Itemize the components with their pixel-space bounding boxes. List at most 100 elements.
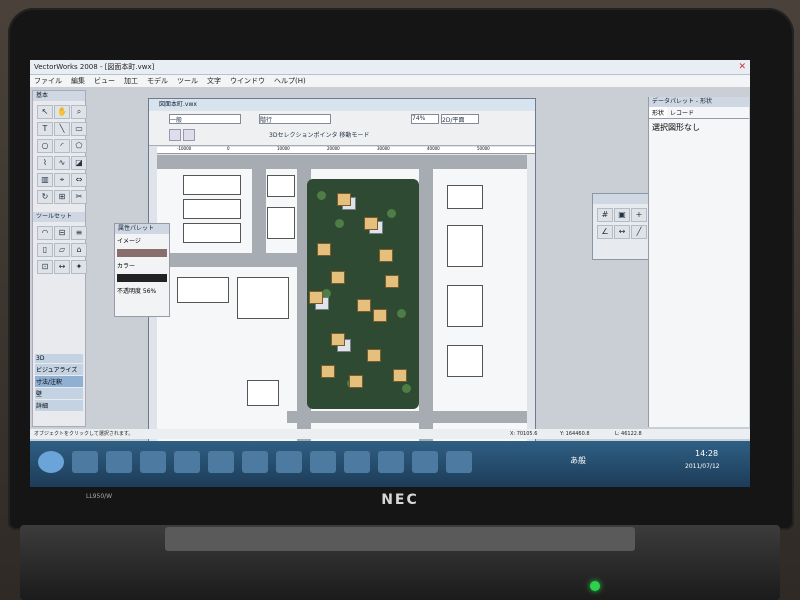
tool-header-basic: 基本 xyxy=(33,91,85,101)
tab-record[interactable]: レコード xyxy=(667,107,697,118)
toolset-dimension-button[interactable]: 寸法/注釈 xyxy=(35,376,83,387)
clock-time[interactable]: 14:28 xyxy=(695,449,718,458)
internet-explorer-icon[interactable] xyxy=(106,451,132,473)
pdf-icon[interactable] xyxy=(378,451,404,473)
symbol-tool-icon[interactable]: ✦ xyxy=(71,260,87,274)
offset-tool-icon[interactable]: ⊞ xyxy=(54,190,70,204)
building xyxy=(447,345,483,377)
angle-snap-icon[interactable]: ∠ xyxy=(597,225,613,239)
ime-indicator[interactable]: あ般 xyxy=(570,455,586,466)
house xyxy=(317,243,331,256)
explorer-icon[interactable] xyxy=(72,451,98,473)
windows-start-icon[interactable] xyxy=(38,451,64,473)
toolset-wall-button[interactable]: 壁 xyxy=(35,388,83,399)
zoom-tool-icon[interactable]: ⌕ xyxy=(71,105,87,119)
toolset-3d-button[interactable]: 3D xyxy=(35,354,83,363)
trim-tool-icon[interactable]: ✂ xyxy=(71,190,87,204)
basic-tools: ↖ ✋ ⌕ T ╲ ▭ ○ ◜ ⬠ ⌇ ∿ ◪ ▥ ⌖ ⇔ ↻ ⊞ ✂ xyxy=(33,101,87,208)
windows-taskbar: あ般 14:28 2011/07/12 xyxy=(30,441,750,487)
wall-tool-icon[interactable]: ▥ xyxy=(37,173,53,187)
building xyxy=(183,175,241,195)
eyedropper-tool-icon[interactable]: ⌖ xyxy=(54,173,70,187)
menu-view[interactable]: ビュー xyxy=(94,75,115,87)
menu-modify[interactable]: 加工 xyxy=(124,75,138,87)
menu-tool[interactable]: ツール xyxy=(177,75,198,87)
rotate-tool-icon[interactable]: ↻ xyxy=(37,190,53,204)
toolset-detail-button[interactable]: 詳細 xyxy=(35,400,83,411)
fill-tool-icon[interactable]: ◪ xyxy=(71,156,87,170)
arc-tool-icon[interactable]: ◜ xyxy=(54,139,70,153)
excel-icon[interactable] xyxy=(208,451,234,473)
powerpoint-icon[interactable] xyxy=(242,451,268,473)
browser-icon[interactable] xyxy=(446,451,472,473)
pen-row[interactable]: カラー xyxy=(115,259,169,272)
house xyxy=(379,249,393,262)
drawing-window-titlebar: 図面本町.vwx xyxy=(149,99,535,110)
select-tool-icon[interactable]: ↖ xyxy=(37,105,53,119)
clock-date[interactable]: 2011/07/12 xyxy=(685,463,720,470)
distance-snap-icon[interactable]: ↔ xyxy=(614,225,630,239)
circle-tool-icon[interactable]: ○ xyxy=(37,139,53,153)
road-vertical-left xyxy=(252,155,266,255)
menu-text[interactable]: 文字 xyxy=(207,75,221,87)
pen-swatch[interactable] xyxy=(117,274,167,282)
zoom-dropdown[interactable]: 74% xyxy=(411,114,439,124)
layer-dropdown[interactable]: 一般 xyxy=(169,114,241,124)
column-tool-icon[interactable]: ▯ xyxy=(37,243,53,257)
building xyxy=(447,185,483,209)
class-dropdown[interactable]: 階行 xyxy=(259,114,331,124)
word-icon[interactable] xyxy=(174,451,200,473)
rect-tool-icon[interactable]: ▭ xyxy=(71,122,87,136)
menu-help[interactable]: ヘルプ(H) xyxy=(274,75,306,87)
stair-tool-icon[interactable]: ≡ xyxy=(71,226,87,240)
line-tool-icon[interactable]: ╲ xyxy=(54,122,70,136)
house xyxy=(309,291,323,304)
opacity-label: 不透明度 56% xyxy=(117,288,157,295)
laptop-brand: NEC xyxy=(381,492,419,508)
tangent-snap-icon[interactable]: ╱ xyxy=(631,225,647,239)
move-mode-icon[interactable] xyxy=(183,129,195,141)
view-dropdown[interactable]: 2D/平面 xyxy=(441,114,479,124)
paint-icon[interactable] xyxy=(276,451,302,473)
door-tool-icon[interactable]: ◠ xyxy=(37,226,53,240)
intersection-snap-icon[interactable]: + xyxy=(631,208,647,222)
freehand-tool-icon[interactable]: ∿ xyxy=(54,156,70,170)
building xyxy=(447,285,483,327)
tab-shape[interactable]: 形状 xyxy=(649,107,668,118)
menu-edit[interactable]: 編集 xyxy=(71,75,85,87)
text-tool-icon[interactable]: T xyxy=(37,122,53,136)
building xyxy=(267,207,295,239)
polyline-tool-icon[interactable]: ⌇ xyxy=(37,156,53,170)
pointer-mode-icon[interactable] xyxy=(169,129,181,141)
status-hint: オブジェクトをクリックして選択されます。 xyxy=(34,431,134,437)
vectorworks-icon[interactable] xyxy=(344,451,370,473)
tool-header-toolset: ツールセット xyxy=(33,212,85,222)
pan-tool-icon[interactable]: ✋ xyxy=(54,105,70,119)
building xyxy=(183,199,241,219)
grid-snap-icon[interactable]: # xyxy=(597,208,613,222)
object-snap-icon[interactable]: ▣ xyxy=(614,208,630,222)
toolset-tools: ◠ ⊟ ≡ ▯ ▱ ⌂ ⊡ ↔ ✦ xyxy=(33,222,87,278)
fill-row[interactable]: イメージ xyxy=(115,234,169,247)
drawing-canvas[interactable] xyxy=(157,155,527,441)
media-player-icon[interactable] xyxy=(310,451,336,473)
tree xyxy=(402,384,411,393)
mirror-tool-icon[interactable]: ⇔ xyxy=(71,173,87,187)
power-led-icon xyxy=(590,581,600,591)
slab-tool-icon[interactable]: ▱ xyxy=(54,243,70,257)
space-tool-icon[interactable]: ⊡ xyxy=(37,260,53,274)
close-icon[interactable]: ✕ xyxy=(738,60,746,74)
road-vertical-right xyxy=(419,155,433,441)
fill-swatch[interactable] xyxy=(117,249,167,257)
polygon-tool-icon[interactable]: ⬠ xyxy=(71,139,87,153)
menu-file[interactable]: ファイル xyxy=(34,75,62,87)
green-residential-block xyxy=(307,179,419,409)
menu-window[interactable]: ウインドウ xyxy=(230,75,265,87)
chrome-icon[interactable] xyxy=(140,451,166,473)
menu-model[interactable]: モデル xyxy=(147,75,168,87)
dimension-tool-icon[interactable]: ↔ xyxy=(54,260,70,274)
toolset-visualize-button[interactable]: ビジュアライズ xyxy=(35,364,83,375)
window-tool-icon[interactable]: ⊟ xyxy=(54,226,70,240)
roof-tool-icon[interactable]: ⌂ xyxy=(71,243,87,257)
network-icon[interactable] xyxy=(412,451,438,473)
